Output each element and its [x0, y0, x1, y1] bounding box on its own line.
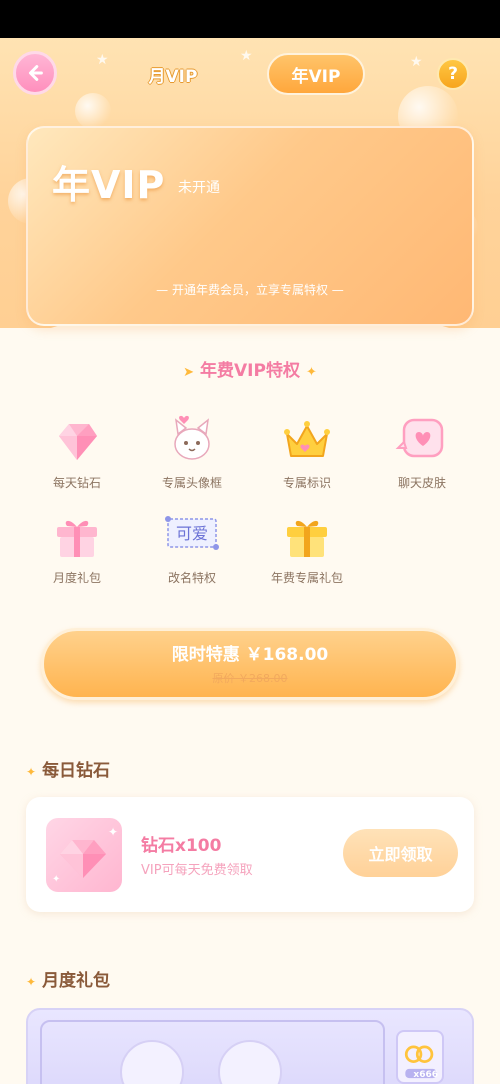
help-button[interactable]: ? [437, 58, 469, 90]
benefit-label: 专属头像框 [161, 476, 222, 490]
benefit-label: 改名特权 [167, 571, 216, 585]
vip-tagline: — 开通年费会员，立享专属特权 — [156, 283, 344, 297]
section-title-text: 每日钻石 [42, 761, 111, 781]
star-icon: ★ [96, 52, 109, 68]
benefit-exclusive-badge[interactable]: 专属标识 [257, 412, 357, 491]
arrow-left-icon [28, 65, 43, 81]
benefit-annual-gift[interactable]: 年费专属礼包 [257, 507, 357, 586]
benefits-title: ➤ 年费VIP特权 ✦ [0, 356, 500, 381]
gift-item-thumbnail[interactable]: x666 [396, 1030, 444, 1084]
diamond-icon [59, 424, 97, 460]
benefit-monthly-gift[interactable]: 月度礼包 [27, 507, 127, 586]
tab-month-vip[interactable]: 月VIP [138, 59, 208, 89]
svg-text:✦: ✦ [52, 874, 60, 885]
diamond-reward-name: 钻石x100 [141, 836, 222, 856]
benefits-title-text: 年费VIP特权 [200, 361, 300, 381]
original-price: 原价 ￥268.00 [212, 672, 288, 685]
benefit-rename[interactable]: 可爱 改名特权 [142, 507, 242, 586]
gift-box-icon [57, 520, 97, 557]
sparkle-icon: ✦ [305, 365, 317, 380]
vip-status: 未开通 [178, 180, 220, 196]
monthly-gift-frame [40, 1020, 385, 1084]
gift-item-count: x666 [413, 1070, 438, 1080]
star-icon: ★ [240, 48, 253, 64]
purchase-price: 限时特惠 ￥168.00 [171, 645, 329, 665]
vip-card-title: 年VIP [52, 163, 166, 207]
benefit-daily-diamond[interactable]: 每天钻石 [27, 412, 127, 491]
claim-button[interactable]: 立即领取 [343, 829, 458, 877]
tab-year-vip[interactable]: 年VIP [267, 53, 365, 95]
section-title-text: 月度礼包 [42, 971, 111, 991]
status-bar [0, 0, 500, 38]
benefit-avatar-frame[interactable]: 专属头像框 [142, 412, 242, 491]
sparkle-icon: ✦ [26, 975, 37, 989]
benefit-label: 月度礼包 [52, 571, 101, 585]
diamond-reward-image: ✦ ✦ [46, 818, 122, 892]
avatar-frame-icon [174, 415, 210, 460]
diamond-icon: ✦ ✦ [52, 825, 118, 885]
rename-icon-text: 可爱 [176, 524, 208, 543]
benefit-label: 专属标识 [282, 476, 331, 490]
rename-icon: 可爱 [165, 516, 219, 550]
section-title-daily-diamond: ✦ 每日钻石 [26, 756, 110, 781]
gold-gift-icon [287, 520, 327, 557]
sparkle-icon: ➤ [183, 365, 195, 380]
crown-icon [284, 421, 330, 457]
sparkle-icon: ✦ [26, 765, 37, 779]
benefit-label: 年费专属礼包 [270, 571, 343, 585]
star-icon: ★ [410, 54, 423, 70]
benefit-label: 每天钻石 [52, 476, 101, 490]
section-title-monthly-gift: ✦ 月度礼包 [26, 966, 110, 991]
diamond-reward-desc: VIP可每天免费领取 [141, 863, 253, 878]
benefit-label: 聊天皮肤 [397, 476, 446, 490]
svg-text:✦: ✦ [108, 825, 118, 839]
benefit-chat-skin[interactable]: 聊天皮肤 [372, 412, 472, 491]
chat-bubble-icon [395, 418, 444, 458]
back-button[interactable] [13, 51, 57, 95]
decor-bubble [75, 93, 111, 129]
